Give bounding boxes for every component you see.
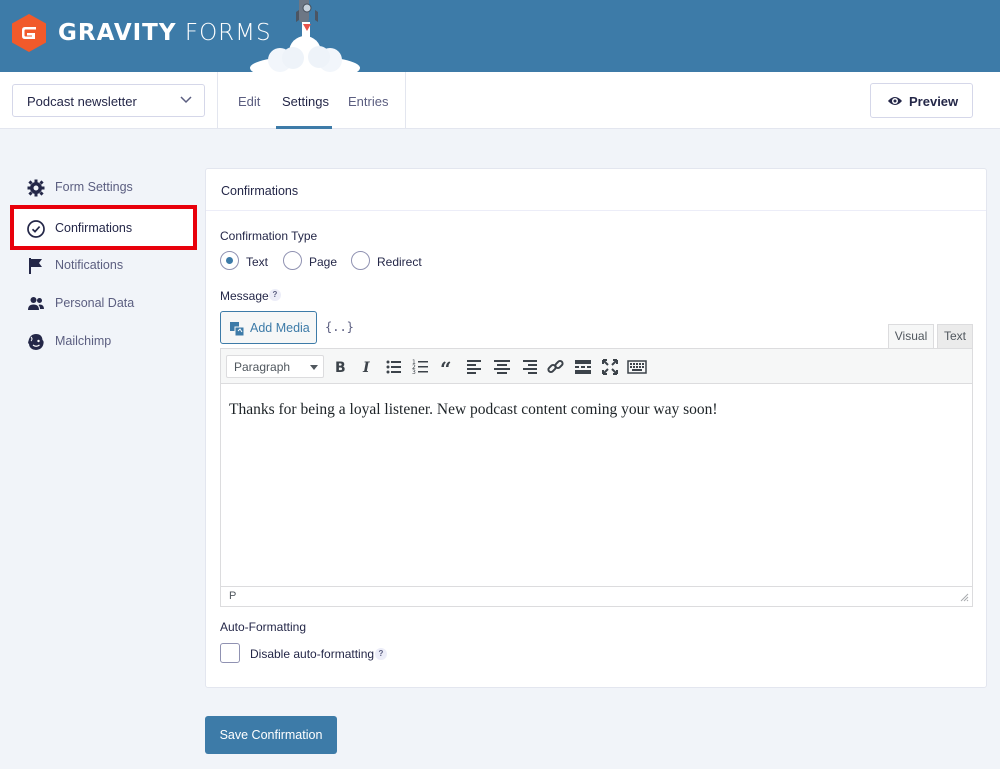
toolbar-divider (217, 72, 218, 129)
disable-auto-formatting-label[interactable]: Disable auto-formatting (250, 647, 374, 661)
resize-grip-icon[interactable] (960, 593, 969, 602)
gear-icon (27, 179, 45, 197)
numbered-list-icon[interactable]: 123 (410, 356, 432, 378)
bulleted-list-icon[interactable] (383, 356, 405, 378)
caret-down-icon (310, 365, 318, 370)
disable-auto-formatting-checkbox[interactable] (220, 643, 240, 663)
add-media-label: Add Media (250, 321, 310, 335)
radio-text[interactable] (220, 251, 239, 270)
form-switcher-value: Podcast newsletter (27, 94, 137, 109)
format-select[interactable]: Paragraph (226, 355, 324, 378)
tab-entries[interactable]: Entries (348, 94, 388, 109)
form-switcher-select[interactable]: Podcast newsletter (12, 84, 205, 117)
svg-text:I: I (362, 360, 370, 376)
italic-icon[interactable]: I (356, 356, 378, 378)
format-select-value: Paragraph (234, 360, 291, 374)
align-right-icon[interactable] (518, 356, 540, 378)
editor-content[interactable]: Thanks for being a loyal listener. New p… (229, 401, 718, 419)
radio-text-label[interactable]: Text (246, 255, 268, 269)
svg-text:3: 3 (412, 369, 416, 376)
editor-statusbar: P (221, 586, 972, 606)
active-tab-indicator (276, 126, 332, 129)
tab-text[interactable]: Text (937, 324, 973, 349)
radio-redirect-label[interactable]: Redirect (377, 255, 422, 269)
eye-icon (888, 97, 902, 105)
link-icon[interactable] (545, 356, 567, 378)
fullscreen-icon[interactable] (599, 356, 621, 378)
gravity-forms-logo-icon (12, 14, 46, 52)
users-icon (28, 297, 44, 310)
sidebar-item-personal-data[interactable]: Personal Data (27, 294, 197, 314)
form-toolbar: Podcast newsletter Edit Settings Entries… (0, 72, 1000, 129)
rocket-illustration-icon (250, 0, 360, 72)
confirmation-panel: Confirmations Confirmation Type Text Pag… (205, 168, 987, 688)
sidebar-item-label: Confirmations (55, 221, 133, 235)
panel-title: Confirmations (221, 184, 299, 198)
toolbar-divider (405, 72, 406, 129)
panel-divider (206, 210, 986, 211)
app-header: GRAVITY FORMS (0, 0, 1000, 72)
sidebar-item-label: Notifications (55, 258, 124, 272)
sidebar-item-label: Form Settings (55, 180, 133, 194)
radio-redirect[interactable] (351, 251, 370, 270)
sidebar-item-label: Mailchimp (55, 334, 112, 348)
element-path[interactable]: P (229, 590, 236, 602)
confirmation-type-label: Confirmation Type (220, 229, 318, 243)
message-help-icon[interactable]: ? (269, 289, 281, 301)
brand-name: GRAVITY FORMS (58, 20, 272, 46)
chevron-down-icon (180, 96, 192, 104)
add-media-button[interactable]: Add Media (220, 311, 317, 344)
tab-visual[interactable]: Visual (888, 324, 934, 349)
sidebar-item-form-settings[interactable]: Form Settings (27, 178, 197, 198)
blockquote-icon[interactable]: “ (437, 356, 459, 378)
radio-page[interactable] (283, 251, 302, 270)
auto-formatting-help-icon[interactable]: ? (375, 648, 387, 660)
align-left-icon[interactable] (464, 356, 486, 378)
preview-button[interactable]: Preview (870, 83, 973, 118)
auto-formatting-label: Auto-Formatting (220, 620, 307, 634)
merge-tags-icon[interactable]: {..} (325, 320, 354, 334)
tab-edit[interactable]: Edit (238, 94, 260, 109)
mailchimp-icon (28, 334, 44, 350)
message-label: Message (220, 289, 269, 303)
read-more-icon[interactable] (572, 356, 594, 378)
preview-label: Preview (909, 94, 959, 109)
svg-text:“: “ (440, 357, 452, 378)
save-confirmation-button[interactable]: Save Confirmation (205, 716, 337, 754)
tab-settings[interactable]: Settings (282, 94, 329, 109)
sidebar-item-confirmations[interactable]: Confirmations (10, 205, 197, 250)
editor-toolbar: Paragraph B I 123 “ (221, 349, 972, 384)
bold-icon[interactable]: B (329, 356, 351, 378)
keyboard-icon[interactable] (626, 356, 648, 378)
flag-icon (29, 258, 42, 274)
svg-text:B: B (335, 360, 346, 376)
sidebar-item-label: Personal Data (55, 296, 135, 310)
sidebar-item-notifications[interactable]: Notifications (27, 256, 197, 276)
sidebar-item-inner: Confirmations (27, 219, 197, 239)
check-circle-icon (27, 220, 45, 238)
radio-page-label[interactable]: Page (309, 255, 337, 269)
media-icon (230, 322, 245, 337)
message-editor: Paragraph B I 123 “ Thanks for being a l… (220, 348, 973, 607)
sidebar-item-mailchimp[interactable]: Mailchimp (27, 332, 197, 352)
align-center-icon[interactable] (491, 356, 513, 378)
